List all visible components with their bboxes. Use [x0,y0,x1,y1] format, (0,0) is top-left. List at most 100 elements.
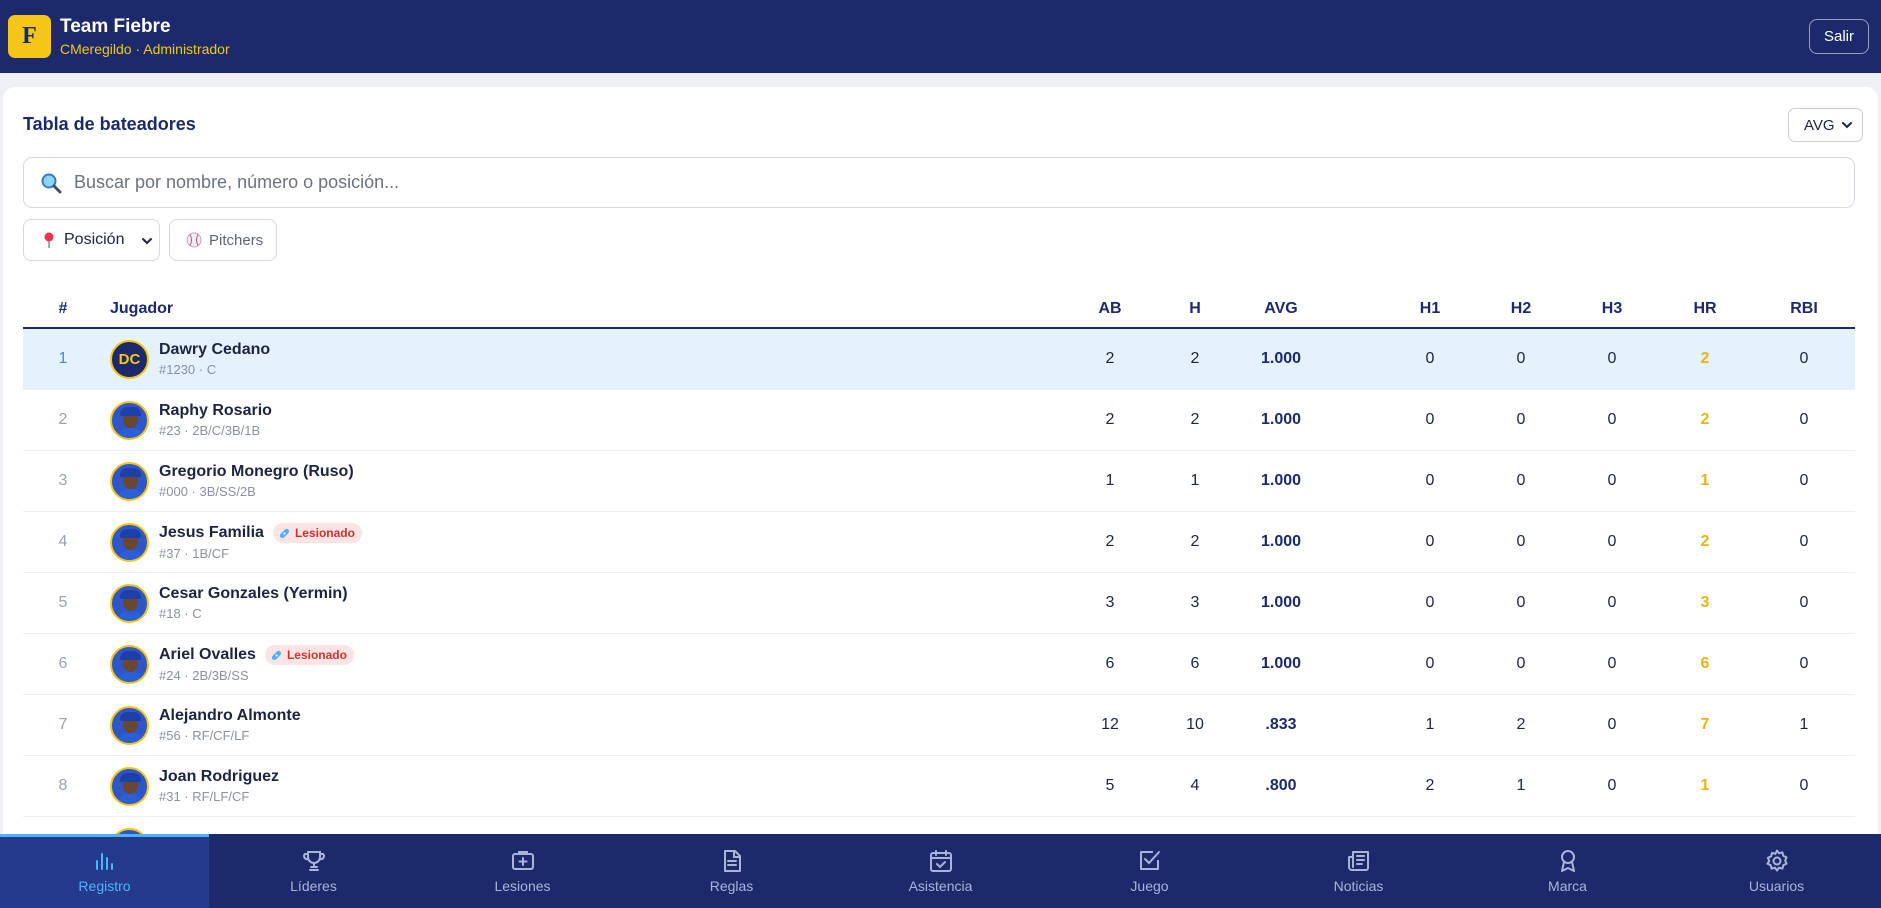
position-filter[interactable]: Posición [23,219,160,261]
row-hr: 2 [1700,411,1710,428]
nav-item-4[interactable]: Reglas [627,834,836,908]
col-rbi[interactable]: RBI [1764,290,1844,327]
row-rbi: 0 [1799,411,1809,428]
table-row[interactable]: 4 Jesus Familia Lesionado #37 · 1B/CF 2 2 1.00… [23,512,1855,573]
player-info: Ariel Ovalles Lesionado #24 · 2B/3B/SS [159,645,354,683]
table-header: # Jugador AB H AVG H1 H2 H3 HR RBI [23,290,1855,329]
col-rank[interactable]: # [23,290,103,327]
bandage-icon [271,650,282,660]
row-rbi: 0 [1799,594,1809,611]
gear-icon [1766,849,1787,872]
row-h3: 0 [1607,411,1617,428]
row-ab: 5 [1105,777,1115,794]
row-rank: 2 [58,411,68,428]
player-meta: #37 · 1B/CF [159,546,230,561]
row-h1: 0 [1425,411,1435,428]
row-h1: 0 [1425,350,1435,367]
nav-item-3[interactable]: Lesiones [418,834,627,908]
table-row[interactable]: 7 Alejandro Almonte #56 · RF/CF/LF 12 10.833… [23,695,1855,756]
nav-item-5[interactable]: Asistencia [836,834,1045,908]
sort-select[interactable]: AVG [1788,108,1863,142]
col-player[interactable]: Jugador [110,290,910,327]
award-icon [1560,850,1575,872]
calendar-check-icon [929,850,952,872]
row-h2: 1 [1516,777,1526,794]
avatar [110,400,149,440]
player-name: Gregorio Monegro (Ruso) [159,463,354,480]
nav-label: Marca [1548,878,1587,894]
nav-item-9[interactable]: Usuarios [1672,834,1881,908]
table-row[interactable]: 8 Joan Rodriguez #31 · RF/LF/CF 5 4.800 2 1 0 1 0 [23,756,1855,817]
injured-label: Lesionado [286,648,347,662]
bandage-icon [279,528,290,538]
batting-table: # Jugador AB H AVG H1 H2 H3 HR RBI 1 DC Da… [23,290,1855,847]
row-rbi: 1 [1799,716,1809,733]
nav-item-6[interactable]: Juego [1045,834,1254,908]
player-info: Jesus Familia Lesionado #37 · 1B/CF [159,523,362,561]
row-player: DC Dawry Cedano #1230 · C [110,329,910,389]
col-avg[interactable]: AVG [1221,290,1341,327]
row-player: Joan Rodriguez #31 · RF/LF/CF [110,756,910,816]
table-row[interactable]: 5 Cesar Gonzales (Yermin) #18 · C 3 3 1.000 0 0… [23,573,1855,634]
player-name: Jesus Familia [159,524,264,541]
player-meta: #31 · RF/LF/CF [159,789,250,804]
nav-label: Noticias [1333,878,1384,894]
player-info: Raphy Rosario #23 · 2B/C/3B/1B [159,402,272,438]
nav-item-2[interactable]: Líderes [209,834,418,908]
brand: Team Fiebre CMeregildo · Administrador [60,16,230,58]
table-row[interactable]: 3 Gregorio Monegro (Ruso) #000 · 3B/SS/2B 1… [23,451,1855,512]
row-rbi: 0 [1799,777,1809,794]
team-logo: F [8,15,51,58]
player-meta: #24 · 2B/3B/SS [159,668,249,683]
injured-badge: Lesionado [264,645,354,665]
row-ab: 2 [1105,533,1115,550]
row-h2: 0 [1516,350,1526,367]
filters-bar: Posición Pitchers [23,219,277,261]
search-input[interactable]: Buscar por nombre, número o posición... [23,157,1855,208]
col-hr[interactable]: HR [1665,290,1745,327]
row-h2: 0 [1516,472,1526,489]
nav-label: Reglas [709,878,754,894]
avatar [110,644,149,684]
row-player: Gregorio Monegro (Ruso) #000 · 3B/SS/2B [110,451,910,511]
user-role: CMeregildo · Administrador [60,40,230,57]
row-h3: 0 [1607,716,1617,733]
pitchers-filter[interactable]: Pitchers [169,219,277,261]
player-name-wrap: Cesar Gonzales (Yermin) [159,585,348,603]
row-rank: 6 [58,655,68,672]
row-ab: 3 [1105,594,1115,611]
row-h1: 0 [1425,472,1435,489]
nav-item-8[interactable]: Marca [1463,834,1672,908]
row-hr: 2 [1700,350,1710,367]
row-hr: 2 [1700,533,1710,550]
row-ab: 1 [1105,472,1115,489]
row-avg: 1.000 [1260,533,1302,550]
player-name-wrap: Joan Rodriguez [159,768,279,786]
player-meta: #000 · 3B/SS/2B [159,484,256,499]
col-ab[interactable]: AB [1070,290,1150,327]
nav-label: Usuarios [1748,878,1805,894]
page-title: Tabla de bateadores [23,114,196,134]
avatar [110,583,149,623]
row-player: Jesus Familia Lesionado #37 · 1B/CF [110,512,910,572]
col-h3[interactable]: H3 [1572,290,1652,327]
row-rank: 1 [58,350,68,367]
player-meta: #18 · C [159,606,202,621]
injured-badge: Lesionado [272,523,362,543]
sort-select-value: AVG [1804,116,1835,134]
col-h2[interactable]: H2 [1481,290,1561,327]
row-rank: 4 [58,533,68,550]
nav-item-7[interactable]: Noticias [1254,834,1463,908]
baseball-icon [186,232,202,248]
table-row[interactable]: 1 DC Dawry Cedano #1230 · C 2 2 1.000 0 0 0 2 0 [23,329,1855,390]
checkbox-icon [1139,851,1160,870]
row-rbi: 0 [1799,533,1809,550]
table-row[interactable]: 6 Ariel Ovalles Lesionado #24 · 2B/3B/SS 6 6 1… [23,634,1855,695]
table-row[interactable]: 2 Raphy Rosario #23 · 2B/C/3B/1B 2 2 1.000 0 0 0… [23,390,1855,451]
nav-item-1[interactable]: Registro [0,834,209,908]
logout-button[interactable]: Salir [1808,19,1869,54]
row-avg: 1.000 [1260,655,1302,672]
row-h3: 0 [1607,472,1617,489]
col-h1[interactable]: H1 [1390,290,1470,327]
nav-label: Juego [1130,878,1169,894]
